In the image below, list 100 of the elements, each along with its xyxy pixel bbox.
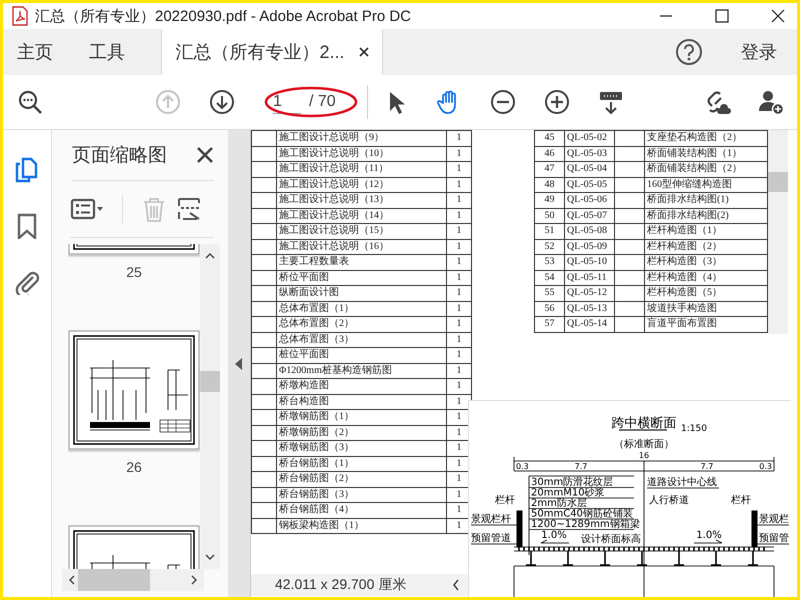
table-cell: 主要工程数量表 <box>276 254 446 270</box>
table-cell: QL-05-07 <box>564 208 614 224</box>
table-cell: 施工图设计总说明（9） <box>276 130 446 146</box>
table-cell: 施工图设计总说明（12） <box>276 177 446 192</box>
table-cell: 1 <box>446 363 472 378</box>
layer-label: 2mm防水层 <box>531 498 587 509</box>
drawing-label: 景观栏杆 <box>471 514 511 525</box>
table-cell: 桥面排水结构图(2) <box>644 208 768 224</box>
layer-label: 50mmC40钢筋砼铺装 <box>531 508 633 520</box>
tab[interactable]: 主页 <box>7 29 63 75</box>
drawing-label: 人行桥道 <box>649 495 689 506</box>
table-cell: 盲道平面布置图 <box>644 316 768 332</box>
table-cell: 1 <box>446 316 472 332</box>
table-cell: 1 <box>446 254 472 270</box>
table-cell: 1 <box>446 146 472 162</box>
table-cell: QL-05-02 <box>564 130 614 146</box>
table-cell: 桥台构造图 <box>276 394 446 410</box>
table-cell: 45 <box>534 130 564 146</box>
table-cell: 1 <box>446 130 472 146</box>
table-cell: 桥面排水结构图(1) <box>644 192 768 208</box>
table-cell: 160型伸缩缝构造图 <box>644 177 768 192</box>
table-cell: 桩位平面图 <box>276 348 446 363</box>
page-size-label: 42.011 x 29.700 厘米 <box>275 576 406 594</box>
drawing-subtitle: （标准断面） <box>614 439 674 450</box>
table-cell: QL-05-12 <box>564 286 614 301</box>
table-cell: 52 <box>534 239 564 254</box>
table-cell: 坡道扶手构造图 <box>644 301 768 316</box>
layer-label: 1200~1289mm钢箱梁 <box>531 519 640 530</box>
table-cell: 施工图设计总说明（13） <box>276 192 446 208</box>
dimension-label: 7.7 <box>700 462 714 471</box>
table-cell: QL-05-14 <box>564 316 614 332</box>
table-cell: 53 <box>534 254 564 270</box>
drawing-label: 1.0% <box>541 530 567 541</box>
table-cell: 桥台钢筋图（3） <box>276 487 446 502</box>
table-cell: 1 <box>446 192 472 208</box>
dimension-label: 7.7 <box>574 462 588 471</box>
table-cell: 栏杆构造图（5） <box>644 286 768 301</box>
table-cell: 1 <box>446 177 472 192</box>
table-cell: QL-05-09 <box>564 239 614 254</box>
table-cell: QL-05-05 <box>564 177 614 192</box>
layer-label: 20mmM10砂浆 <box>531 488 605 498</box>
table-cell: 钢板梁构造图（1） <box>276 518 446 534</box>
page-count: / 70 <box>309 93 336 111</box>
table-cell: 栏杆构造图（3） <box>644 254 768 270</box>
tab[interactable]: 汇总（所有专业）2... <box>161 29 383 75</box>
table-cell: 49 <box>534 192 564 208</box>
table-cell: 桥墩钢筋图（1） <box>276 410 446 425</box>
drawing-label: 栏杆 <box>731 495 751 506</box>
table-cell: 栏杆构造图（1） <box>644 224 768 239</box>
table-cell: 纵断面设计图 <box>276 286 446 301</box>
page-number: 26 <box>126 459 142 475</box>
table-cell: 总体布置图（1） <box>276 301 446 316</box>
table-cell: 支座垫石构造图（2） <box>644 130 768 146</box>
table-cell: 桥面铺装结构图（1） <box>644 146 768 162</box>
table-cell: 桥位平面图 <box>276 270 446 286</box>
table-cell: 施工图设计总说明（16） <box>276 239 446 254</box>
panel-title: 页面缩略图 <box>72 144 167 168</box>
page-number: 25 <box>126 264 142 280</box>
table-cell: 50 <box>534 208 564 224</box>
table-cell: Φ1200mm桩基构造钢筋图 <box>276 363 446 378</box>
table-cell: QL-05-11 <box>564 270 614 286</box>
drawing-label: 道路设计中心线 <box>647 477 717 488</box>
table-cell: 桥墩钢筋图（2） <box>276 425 446 440</box>
table-cell: 47 <box>534 162 564 177</box>
table-cell: 总体布置图（3） <box>276 332 446 348</box>
table-cell: QL-05-08 <box>564 224 614 239</box>
table-cell: QL-05-10 <box>564 254 614 270</box>
table-cell: 施工图设计总说明（15） <box>276 224 446 239</box>
page-number-field[interactable]: 1 <box>273 90 301 114</box>
table-cell: 1 <box>446 378 472 394</box>
table-cell: 栏杆构造图（4） <box>644 270 768 286</box>
table-cell: 1 <box>446 301 472 316</box>
table-cell: 56 <box>534 301 564 316</box>
drawing-label: 1.0% <box>696 530 722 541</box>
table-cell: 桥墩钢筋图（3） <box>276 440 446 456</box>
table-cell: QL-05-13 <box>564 301 614 316</box>
drawing-label: 预留管道 <box>471 533 511 544</box>
dimension-label: 16 <box>638 451 650 460</box>
drawing-label: 景观栏 <box>759 514 789 525</box>
table-cell: 施工图设计总说明（11） <box>276 162 446 177</box>
table-cell: 1 <box>446 239 472 254</box>
table-cell: 栏杆构造图（2） <box>644 239 768 254</box>
table-cell: 桥墩构造图 <box>276 378 446 394</box>
table-cell: 54 <box>534 270 564 286</box>
table-cell: 1 <box>446 270 472 286</box>
table-cell: 48 <box>534 177 564 192</box>
table-cell: 1 <box>446 348 472 363</box>
dimension-label: 0.3 <box>759 462 772 471</box>
tab[interactable]: 工具 <box>79 29 135 75</box>
scale-label: 1:150 <box>681 424 707 434</box>
table-cell: 施工图设计总说明（14） <box>276 208 446 224</box>
drawing-label: 栏杆 <box>495 495 515 506</box>
drawing-title: 跨中横断面 <box>612 416 676 431</box>
table-cell: QL-05-03 <box>564 146 614 162</box>
sign-in-link[interactable]: 登录 <box>735 29 783 75</box>
drawing-label: 设计桥面标高 <box>581 534 641 545</box>
table-cell: 桥台钢筋图（4） <box>276 502 446 518</box>
table-cell: 施工图设计总说明（10） <box>276 146 446 162</box>
table-cell: 1 <box>446 162 472 177</box>
table-cell: 桥面铺装结构图（2） <box>644 162 768 177</box>
